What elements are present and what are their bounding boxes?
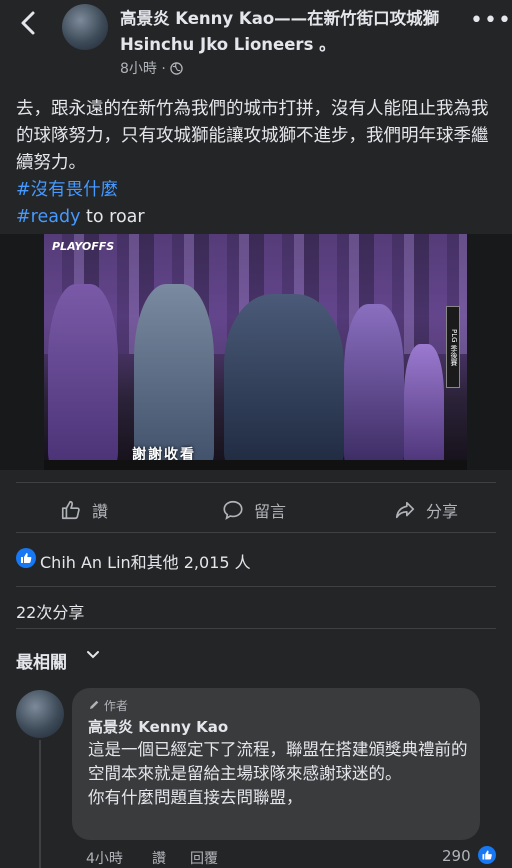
reply-thread-line [39, 740, 41, 868]
post-body: 去，跟永遠的在新竹為我們的城市打拼，沒有人能阻止我為我的球隊努力，只有攻城獅能讓… [0, 90, 512, 234]
comment-text: 這是一個已經定下了流程，聯盟在搭建頒獎典禮前的空間本來就是留給主場球隊來感謝球迷… [88, 740, 468, 807]
action-bar: 讚 留言 分享 [0, 470, 512, 532]
comment-time: 4小時 [86, 851, 123, 867]
pencil-icon [88, 699, 104, 713]
hashtag-link[interactable]: #沒有畏什麼 [16, 177, 500, 204]
reaction-count-text: Chih An Lin和其他 2,015 人 [40, 553, 251, 572]
profile-avatar[interactable] [62, 4, 108, 50]
share-arrow-icon [394, 499, 416, 521]
like-reaction-icon [478, 846, 496, 864]
comment-like-button[interactable]: 讚 [152, 848, 166, 868]
comment-button[interactable]: 留言 [222, 498, 286, 522]
chevron-down-icon [86, 646, 100, 665]
sort-label: 最相關 [16, 653, 67, 673]
author-badge: 作者 [88, 697, 128, 714]
post-video[interactable]: PLAYOFFS PLG 季後賽 謝謝收看 [44, 234, 467, 470]
broadcast-side-banner: PLG 季後賽 [446, 306, 460, 388]
commenter-name[interactable]: 高景炎 Kenny Kao [88, 716, 228, 737]
globe-icon [170, 61, 184, 77]
video-progress-bar[interactable] [44, 460, 467, 470]
post-time: 8小時 [120, 61, 157, 77]
reaction-summary[interactable]: Chih An Lin和其他 2,015 人 [0, 532, 512, 586]
post-text: 去，跟永遠的在新竹為我們的城市打拼，沒有人能阻止我為我的球隊努力，只有攻城獅能讓… [16, 99, 489, 173]
comment-sort-dropdown[interactable]: 最相關 [0, 628, 512, 688]
like-button[interactable]: 讚 [60, 498, 108, 522]
back-arrow-icon[interactable] [18, 10, 42, 40]
post-author-title[interactable]: 高景炎 Kenny Kao——在新竹街口攻城獅 Hsinchu Jko Lion… [120, 6, 460, 58]
hashtag-link[interactable]: #ready [16, 207, 80, 227]
hashtag-line: #ready to roar [16, 207, 145, 227]
comment-reply-button[interactable]: 回覆 [190, 848, 218, 868]
share-button[interactable]: 分享 [394, 498, 458, 522]
post-text-block: 去，跟永遠的在新竹為我們的城市打拼，沒有人能阻止我為我的球隊努力，只有攻城獅能讓… [16, 96, 500, 231]
comment-bubble-icon [222, 499, 244, 521]
share-summary[interactable]: 22次分享 [0, 586, 512, 628]
thumbs-up-icon [60, 499, 82, 521]
playoffs-logo: PLAYOFFS [52, 240, 115, 253]
like-reaction-icon [16, 548, 36, 568]
comment-reaction-count: 290 [442, 847, 471, 865]
commenter-avatar[interactable] [16, 690, 64, 738]
post-header: 高景炎 Kenny Kao——在新竹街口攻城獅 Hsinchu Jko Lion… [0, 0, 512, 90]
comment-section: 作者 高景炎 Kenny Kao 這是一個已經定下了流程，聯盟在搭建頒獎典禮前的… [0, 688, 512, 868]
more-options-icon[interactable]: ••• [470, 8, 512, 33]
share-count-text: 22次分享 [16, 603, 85, 622]
post-meta: 8小時 · [120, 58, 184, 78]
comment-bubble[interactable]: 作者 高景炎 Kenny Kao 這是一個已經定下了流程，聯盟在搭建頒獎典禮前的… [72, 688, 480, 840]
